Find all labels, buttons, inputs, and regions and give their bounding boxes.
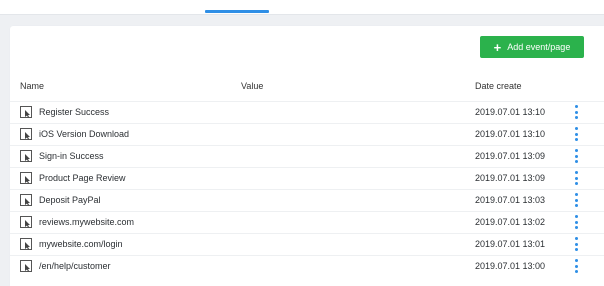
kebab-menu-icon[interactable] (573, 171, 579, 185)
cursor-square-icon (20, 172, 32, 184)
kebab-menu-icon[interactable] (573, 149, 579, 163)
cursor-square-icon (20, 194, 32, 206)
cursor-square-icon (20, 106, 32, 118)
kebab-menu-icon[interactable] (573, 215, 579, 229)
row-date: 2019.07.01 13:10 (475, 107, 546, 117)
kebab-menu-icon[interactable] (573, 193, 579, 207)
table-row[interactable]: Register Success 2019.07.01 13:10 (10, 101, 604, 123)
row-name: reviews.mywebsite.com (39, 217, 135, 227)
kebab-menu-icon[interactable] (573, 105, 579, 119)
top-tab-bar (0, 0, 604, 15)
active-tab-indicator (205, 10, 269, 13)
row-date: 2019.07.01 13:10 (475, 129, 546, 139)
table-row[interactable]: mywebsite.com/login 2019.07.01 13:01 (10, 233, 604, 255)
table-row[interactable]: Product Page Review 2019.07.01 13:09 (10, 167, 604, 189)
table-row[interactable]: Sign-in Success 2019.07.01 13:09 (10, 145, 604, 167)
row-date: 2019.07.01 13:01 (475, 239, 546, 249)
table-row[interactable]: reviews.mywebsite.com 2019.07.01 13:02 (10, 211, 604, 233)
table-row[interactable]: Deposit PayPal 2019.07.01 13:03 (10, 189, 604, 211)
cursor-square-icon (20, 128, 32, 140)
events-panel: + Add event/page Name Value Date create … (10, 26, 604, 286)
row-name: mywebsite.com/login (39, 239, 123, 249)
kebab-menu-icon[interactable] (573, 259, 579, 273)
cursor-square-icon (20, 216, 32, 228)
row-name: Deposit PayPal (39, 195, 101, 205)
row-name: Register Success (39, 107, 110, 117)
table-row[interactable]: /en/help/customer 2019.07.01 13:00 (10, 255, 604, 277)
row-date: 2019.07.01 13:09 (475, 173, 546, 183)
row-date: 2019.07.01 13:03 (475, 195, 546, 205)
events-table-body: Register Success 2019.07.01 13:10 iOS Ve… (10, 101, 604, 277)
row-name: Sign-in Success (39, 151, 104, 161)
kebab-menu-icon[interactable] (573, 127, 579, 141)
row-name: iOS Version Download (39, 129, 130, 139)
row-date: 2019.07.01 13:02 (475, 217, 546, 227)
add-event-page-button[interactable]: + Add event/page (480, 36, 584, 58)
row-date: 2019.07.01 13:09 (475, 151, 546, 161)
row-name: Product Page Review (39, 173, 126, 183)
column-header-date-create: Date create (475, 81, 522, 91)
kebab-menu-icon[interactable] (573, 237, 579, 251)
cursor-square-icon (20, 238, 32, 250)
add-event-page-label: Add event/page (507, 42, 571, 52)
plus-icon: + (493, 39, 502, 55)
column-header-value: Value (241, 81, 264, 91)
table-row[interactable]: iOS Version Download 2019.07.01 13:10 (10, 123, 604, 145)
cursor-square-icon (20, 150, 32, 162)
cursor-square-icon (20, 260, 32, 272)
column-header-name: Name (20, 81, 45, 91)
